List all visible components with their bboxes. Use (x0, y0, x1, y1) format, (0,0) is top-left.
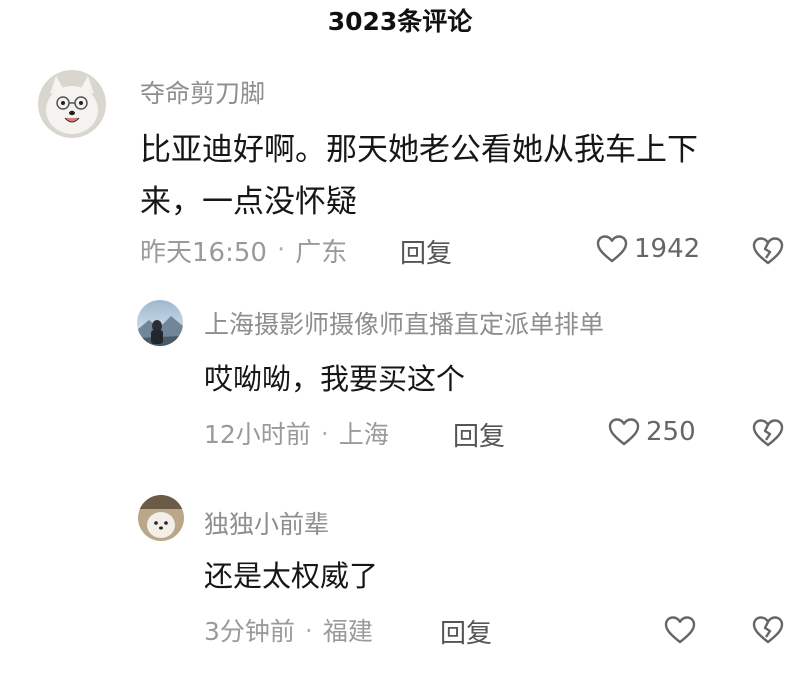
comment-time: 12小时前 (204, 420, 311, 449)
comment-text-line: 来，一点没怀疑 (140, 184, 357, 220)
like-button[interactable] (664, 615, 702, 645)
dislike-button[interactable] (752, 418, 784, 448)
like-button[interactable]: 1942 (596, 234, 700, 264)
dislike-button[interactable] (752, 615, 784, 645)
reply-button[interactable]: 回复 (440, 613, 492, 650)
heart-outline-icon (664, 615, 696, 645)
meta-separator: · (304, 615, 313, 645)
reply-button[interactable]: 回复 (400, 233, 452, 270)
comment-username[interactable]: 独独小前辈 (204, 505, 329, 541)
reply-button[interactable]: 回复 (453, 416, 505, 453)
comment-count-title: 3023条评论 (327, 7, 473, 36)
like-button[interactable]: 250 (608, 417, 696, 447)
heart-outline-icon (608, 417, 640, 447)
meta-separator: · (320, 418, 329, 448)
comment-time: 3分钟前 (204, 617, 295, 646)
heart-outline-icon (596, 234, 628, 264)
avatar[interactable] (38, 70, 106, 138)
comment-time: 昨天16:50 (140, 237, 267, 268)
comment-meta: 12小时前 · 上海 (204, 414, 389, 452)
meta-separator: · (276, 235, 286, 265)
dislike-button[interactable] (752, 236, 784, 266)
like-count: 250 (646, 417, 696, 447)
comment-meta: 3分钟前 · 福建 (204, 611, 373, 649)
comment-text-line: 还是太权威了 (204, 559, 379, 593)
broken-heart-icon (752, 236, 784, 266)
comment-text-line: 比亚迪好啊。那天她老公看她从我车上下 (140, 132, 698, 168)
avatar[interactable] (137, 300, 183, 346)
comment-text-line: 哎呦呦，我要买这个 (204, 362, 466, 396)
broken-heart-icon (752, 418, 784, 448)
comment-location: 福建 (322, 617, 373, 646)
comment-location: 上海 (338, 420, 389, 449)
avatar[interactable] (138, 495, 184, 541)
comment-username[interactable]: 夺命剪刀脚 (140, 74, 265, 110)
broken-heart-icon (752, 615, 784, 645)
comment-username[interactable]: 上海摄影师摄像师直播直定派单排单 (204, 305, 604, 341)
like-count: 1942 (634, 234, 701, 264)
comment-location: 广东 (295, 237, 348, 268)
comment-meta: 昨天16:50 · 广东 (140, 231, 347, 269)
